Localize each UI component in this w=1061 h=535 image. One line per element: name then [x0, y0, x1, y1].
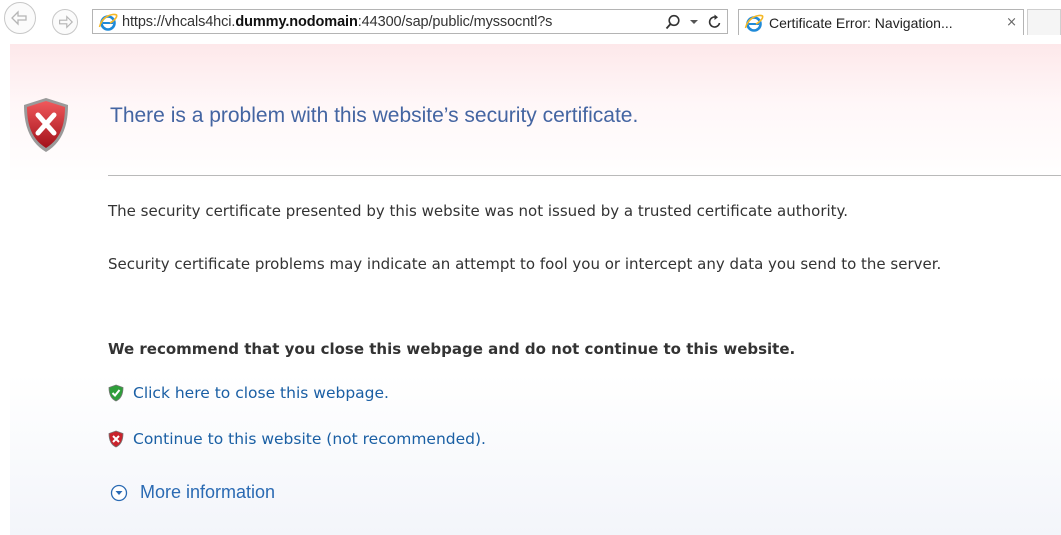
address-bar[interactable]: https://vhcals4hci.dummy.nodomain:44300/…	[92, 9, 728, 34]
more-information-link[interactable]: More information	[140, 482, 275, 503]
green-shield-icon	[108, 384, 124, 402]
divider	[108, 175, 1061, 176]
search-icon[interactable]	[665, 14, 681, 30]
error-shield-icon	[108, 430, 124, 448]
page-title: There is a problem with this website’s s…	[110, 104, 639, 127]
tab-certificate-error[interactable]: Certificate Error: Navigation... ×	[738, 9, 1024, 35]
internet-explorer-icon	[98, 13, 118, 31]
forward-arrow-icon	[59, 15, 74, 29]
new-tab-button[interactable]	[1027, 9, 1061, 35]
internet-explorer-icon	[744, 14, 764, 32]
close-webpage-link[interactable]: Click here to close this webpage.	[133, 384, 389, 402]
continue-website-link[interactable]: Continue to this website (not recommende…	[133, 430, 486, 448]
certificate-error-page: There is a problem with this website’s s…	[10, 44, 1061, 535]
close-webpage-row: Click here to close this webpage.	[108, 384, 389, 402]
error-shield-icon	[24, 98, 68, 152]
security-warning-text: Security certificate problems may indica…	[108, 255, 942, 273]
refresh-icon[interactable]	[707, 14, 723, 30]
expand-circle-icon[interactable]	[110, 484, 128, 502]
back-button[interactable]	[4, 2, 36, 34]
more-information-row[interactable]: More information	[110, 482, 275, 503]
tab-title: Certificate Error: Navigation...	[769, 14, 953, 31]
chevron-down-icon[interactable]	[689, 17, 699, 27]
forward-button[interactable]	[52, 9, 78, 35]
recommendation-text: We recommend that you close this webpage…	[108, 340, 796, 358]
back-arrow-icon	[11, 10, 27, 26]
untrusted-authority-text: The security certificate presented by th…	[108, 202, 849, 220]
continue-website-row: Continue to this website (not recommende…	[108, 430, 486, 448]
close-icon[interactable]: ×	[1006, 15, 1017, 30]
url-text: https://vhcals4hci.dummy.nodomain:44300/…	[122, 13, 553, 30]
